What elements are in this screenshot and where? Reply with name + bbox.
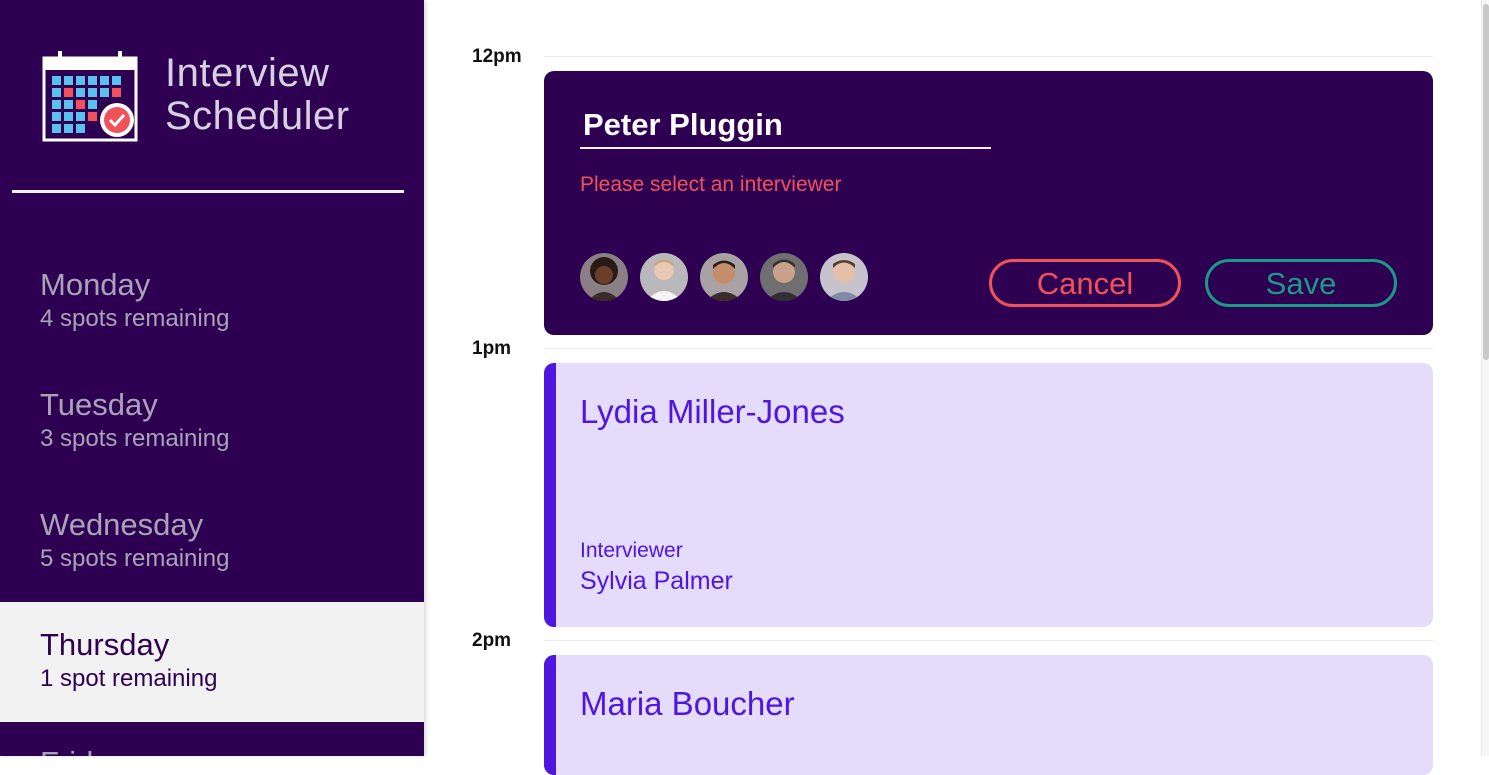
day-name: Wednesday (40, 507, 204, 542)
hour-divider (544, 348, 1433, 349)
appointment-form: Please select an interviewer (544, 71, 1433, 335)
interviewer-avatar[interactable] (760, 253, 808, 301)
interviewer-label: Interviewer (580, 539, 683, 562)
validation-error: Please select an interviewer (580, 173, 842, 196)
person-avatar-icon (640, 253, 688, 301)
day-name: Friday (40, 744, 424, 756)
appointment-card[interactable]: Lydia Miller-Jones Interviewer Sylvia Pa… (544, 363, 1433, 627)
interviewer-name: Sylvia Palmer (580, 567, 733, 595)
student-name-input[interactable] (580, 103, 991, 149)
hour-divider (544, 640, 1433, 641)
schedule: 12pm Please select an interviewer (424, 0, 1481, 775)
appointment-card[interactable]: Maria Boucher (544, 655, 1433, 775)
day-item-thursday[interactable]: Thursday 1 spot remaining (0, 602, 424, 722)
day-item-wednesday[interactable]: Wednesday 5 spots remaining (0, 240, 424, 572)
interviewer-avatar[interactable] (700, 253, 748, 301)
interviewer-avatar[interactable] (820, 253, 868, 301)
person-avatar-icon (700, 253, 748, 301)
appointment-student: Maria Boucher (580, 685, 795, 722)
cancel-button[interactable]: Cancel (989, 259, 1181, 307)
day-item-friday[interactable]: Friday (0, 722, 424, 756)
time-label-12pm: 12pm (472, 46, 522, 67)
sidebar: Interview Scheduler Monday 4 spots remai… (0, 0, 424, 756)
day-item-monday[interactable]: Monday 4 spots remaining (0, 0, 424, 332)
time-label-1pm: 1pm (472, 338, 512, 359)
day-name: Tuesday (40, 387, 158, 422)
scrollbar-thumb[interactable] (1483, 4, 1489, 360)
interviewer-avatar[interactable] (580, 253, 628, 301)
appointment-student: Lydia Miller-Jones (580, 393, 845, 430)
person-avatar-icon (760, 253, 808, 301)
day-spots: 3 spots remaining (40, 425, 230, 452)
hour-divider (544, 56, 1433, 57)
person-avatar-icon (580, 253, 628, 301)
scrollbar[interactable] (1481, 0, 1489, 756)
day-name: Thursday (40, 627, 170, 662)
interviewer-avatar[interactable] (640, 253, 688, 301)
day-item-tuesday[interactable]: Tuesday 3 spots remaining (0, 120, 424, 452)
day-spots: 5 spots remaining (40, 545, 230, 572)
time-label-2pm: 2pm (472, 630, 512, 651)
save-button[interactable]: Save (1205, 259, 1397, 307)
person-avatar-icon (820, 253, 868, 301)
day-spots: 1 spot remaining (40, 665, 218, 692)
